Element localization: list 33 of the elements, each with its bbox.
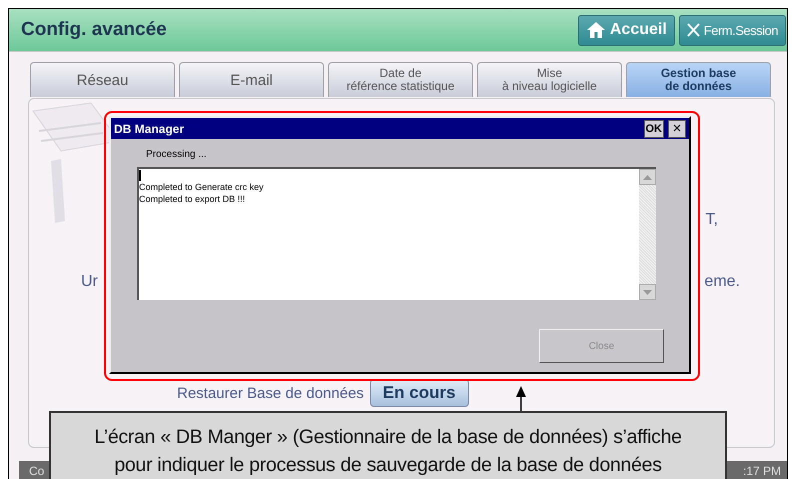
tab[interactable]: Mise à niveau logicielle: [477, 62, 622, 97]
tab[interactable]: E-mail: [179, 62, 324, 97]
log-textarea[interactable]: Completed to Generate crc key Completed to export DB !!!: [137, 167, 656, 300]
status-text: Co: [29, 464, 44, 478]
scrollbar[interactable]: [639, 169, 656, 300]
log-line: Completed to export DB !!!: [139, 193, 246, 205]
status-time: :17 PM: [742, 464, 781, 478]
log-line: Completed to Generate crc key: [139, 181, 265, 193]
home-button[interactable]: Accueil: [578, 14, 675, 46]
down-triangle-icon: [643, 290, 652, 294]
tab[interactable]: Date de référence statistique: [328, 62, 473, 97]
restore-label: Restaurer Base de données: [177, 384, 364, 402]
house-icon: [586, 21, 606, 39]
tab[interactable]: Réseau: [30, 62, 175, 97]
text-fragment: eme.: [704, 273, 740, 291]
scroll-up-button[interactable]: [639, 169, 656, 185]
callout-text: pour indiquer le processus de sauvegarde de la base de données: [113, 453, 663, 478]
tab[interactable]: Gestion base de données: [626, 62, 771, 97]
status-text: Processing ...: [146, 149, 208, 162]
screen-title: Config. avancée: [21, 19, 167, 41]
ok-button[interactable]: OK: [644, 120, 664, 138]
text-fragment: T,: [706, 211, 718, 229]
dialog-title: DB Manager: [114, 122, 184, 136]
scroll-down-button[interactable]: [639, 284, 656, 300]
logout-button[interactable]: Ferm.Session: [678, 14, 786, 46]
text-fragment: Ur: [81, 273, 98, 291]
callout-text: L’écran « DB Manger » (Gestionnaire de la base de données) s’affiche: [93, 425, 683, 450]
up-triangle-icon: [643, 174, 652, 180]
arrow: [515, 386, 527, 412]
x-icon: [686, 23, 700, 37]
text-cursor: [139, 170, 141, 181]
restore-button[interactable]: En cours: [370, 379, 469, 407]
close-button[interactable]: ×: [668, 120, 686, 138]
